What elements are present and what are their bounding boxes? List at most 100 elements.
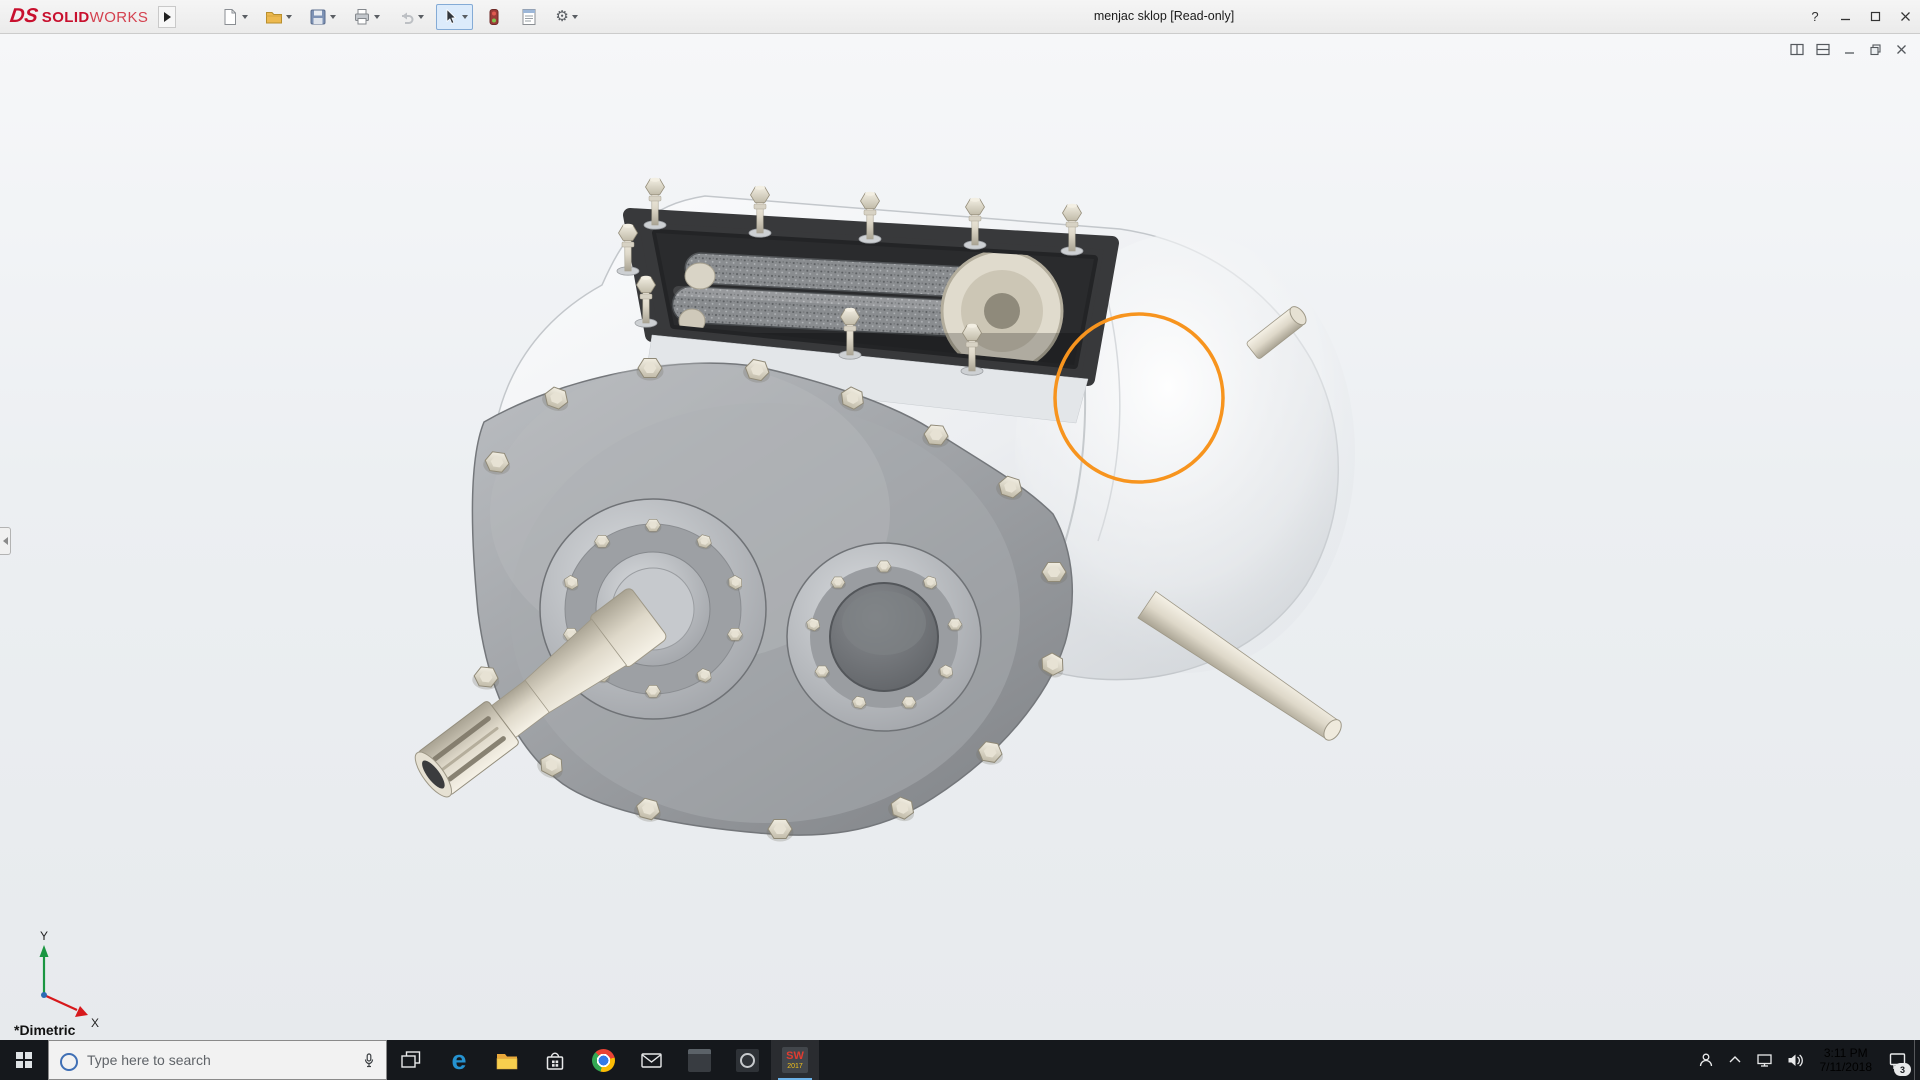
gearbox-model-canvas: Y X: [39, 177, 1355, 1030]
dropdown-caret-icon: [462, 14, 469, 19]
expand-arrow-icon: [163, 11, 171, 22]
print-icon: [355, 8, 370, 24]
mail-icon: [640, 1053, 662, 1068]
rebuild-icon: [489, 8, 499, 25]
taskbar-search: [48, 1040, 387, 1080]
z-axis-dot-icon: [41, 992, 47, 998]
save-floppy-icon: [310, 9, 326, 24]
people-button[interactable]: [1691, 1040, 1721, 1080]
file-properties-icon: [522, 8, 536, 25]
bearing-flange-right: [786, 542, 982, 732]
undo-button[interactable]: [392, 4, 429, 30]
edge-icon: e: [451, 1045, 467, 1075]
open-button[interactable]: [260, 4, 297, 30]
microphone-icon[interactable]: [362, 1053, 376, 1068]
clock-time: 3:11 PM: [1823, 1046, 1868, 1060]
speaker-icon: [1788, 1053, 1803, 1067]
file-explorer-icon: [496, 1053, 518, 1069]
solidworks-logo: DS SOLID WORKS: [8, 5, 149, 27]
pinned-app-icon-1: [687, 1048, 711, 1072]
new-document-icon: [224, 8, 237, 25]
microsoft-store-icon: [546, 1052, 564, 1070]
windows-logo-icon: [16, 1052, 32, 1068]
help-button[interactable]: ?: [1800, 0, 1830, 33]
chrome-button[interactable]: [579, 1040, 627, 1080]
network-icon: [1756, 1054, 1772, 1067]
solidworks-app-icon: SW 2017: [782, 1047, 808, 1073]
microsoft-store-button[interactable]: [531, 1040, 579, 1080]
show-desktop-button[interactable]: [1914, 1040, 1920, 1080]
chevron-up-icon: [1729, 1056, 1740, 1063]
new-document-button[interactable]: [216, 4, 253, 30]
file-explorer-button[interactable]: [483, 1040, 531, 1080]
y-axis-arrow-icon: [39, 945, 49, 957]
close-icon: [1900, 12, 1910, 21]
file-properties-button[interactable]: [515, 4, 543, 30]
taskbar-clock[interactable]: 3:11 PM 7/11/2018: [1811, 1040, 1882, 1080]
pinned-app-icon-2: [735, 1048, 759, 1072]
document-close-button[interactable]: [1893, 42, 1910, 57]
view-orientation-label: *Dimetric: [14, 1022, 76, 1038]
document-restore-button[interactable]: [1867, 42, 1884, 57]
search-input[interactable]: [49, 1040, 386, 1080]
x-axis-arrow-icon: [75, 1006, 88, 1017]
minimize-button[interactable]: [1830, 0, 1860, 33]
split-pane-vertical-button[interactable]: [1789, 42, 1806, 57]
chrome-icon: [591, 1048, 615, 1072]
triad-x-label: X: [91, 1016, 99, 1030]
system-tray: 3:11 PM 7/11/2018 3: [1691, 1040, 1920, 1080]
taskbar-spacer: [819, 1040, 1691, 1080]
hidden-icons-button[interactable]: [1721, 1040, 1749, 1080]
minimize-icon: [1840, 18, 1850, 21]
people-icon: [1699, 1053, 1712, 1067]
clock-date: 7/11/2018: [1819, 1060, 1873, 1074]
document-window-controls: [1789, 42, 1910, 57]
notification-badge: 3: [1894, 1063, 1911, 1076]
select-cursor-icon: [446, 8, 457, 24]
graphics-area: Y X *Dimetric: [0, 33, 1920, 1040]
document-restore-icon: [1870, 44, 1881, 56]
desktop: { "titlebar": { "logo": { "ds": "DS", "s…: [0, 0, 1920, 1080]
split-pane-vertical-icon: [1790, 43, 1804, 56]
collapse-arrow-icon: [2, 537, 8, 545]
split-pane-horizontal-button[interactable]: [1815, 42, 1832, 57]
undo-icon: [402, 12, 414, 24]
dropdown-caret-icon: [418, 14, 425, 19]
window-controls: ?: [1800, 0, 1920, 33]
open-folder-icon: [266, 11, 283, 23]
print-button[interactable]: [348, 4, 385, 30]
menu-expand-button[interactable]: [158, 5, 177, 28]
action-center-button[interactable]: 3: [1881, 1040, 1914, 1080]
cortana-icon: [60, 1053, 78, 1071]
pinned-app-button-2[interactable]: [723, 1040, 771, 1080]
network-button[interactable]: [1749, 1040, 1780, 1080]
solidworks-taskbar-button[interactable]: SW 2017: [771, 1040, 819, 1080]
dropdown-caret-icon: [330, 14, 337, 19]
maximize-button[interactable]: [1860, 0, 1890, 33]
document-close-icon: [1897, 45, 1906, 54]
volume-button[interactable]: [1780, 1040, 1811, 1080]
featuremanager-collapsed-tab[interactable]: [0, 527, 11, 555]
dropdown-caret-icon: [242, 14, 249, 19]
dropdown-caret-icon: [286, 14, 293, 19]
close-button[interactable]: [1890, 0, 1920, 33]
solidworks-titlebar: DS SOLID WORKS ⚙ menjac sklop [Read-only…: [0, 0, 1920, 34]
logo-ds: DS: [8, 5, 40, 27]
select-button[interactable]: [436, 3, 474, 30]
pinned-app-button-1[interactable]: [675, 1040, 723, 1080]
rebuild-button[interactable]: [480, 4, 508, 30]
triad-y-label: Y: [40, 929, 48, 943]
maximize-icon: [1870, 11, 1880, 22]
task-view-icon: [401, 1051, 421, 1068]
save-button[interactable]: [304, 4, 341, 30]
document-minimize-icon: [1845, 52, 1854, 54]
mail-button[interactable]: [627, 1040, 675, 1080]
start-button[interactable]: [0, 1040, 48, 1080]
options-button[interactable]: ⚙: [550, 4, 582, 30]
quick-access-toolbar: ⚙: [216, 3, 582, 30]
document-minimize-button[interactable]: [1841, 42, 1858, 57]
windows-taskbar: e SW 2017: [0, 1040, 1920, 1080]
gear-icon: ⚙: [555, 7, 569, 25]
task-view-button[interactable]: [387, 1040, 435, 1080]
edge-button[interactable]: e: [435, 1040, 483, 1080]
